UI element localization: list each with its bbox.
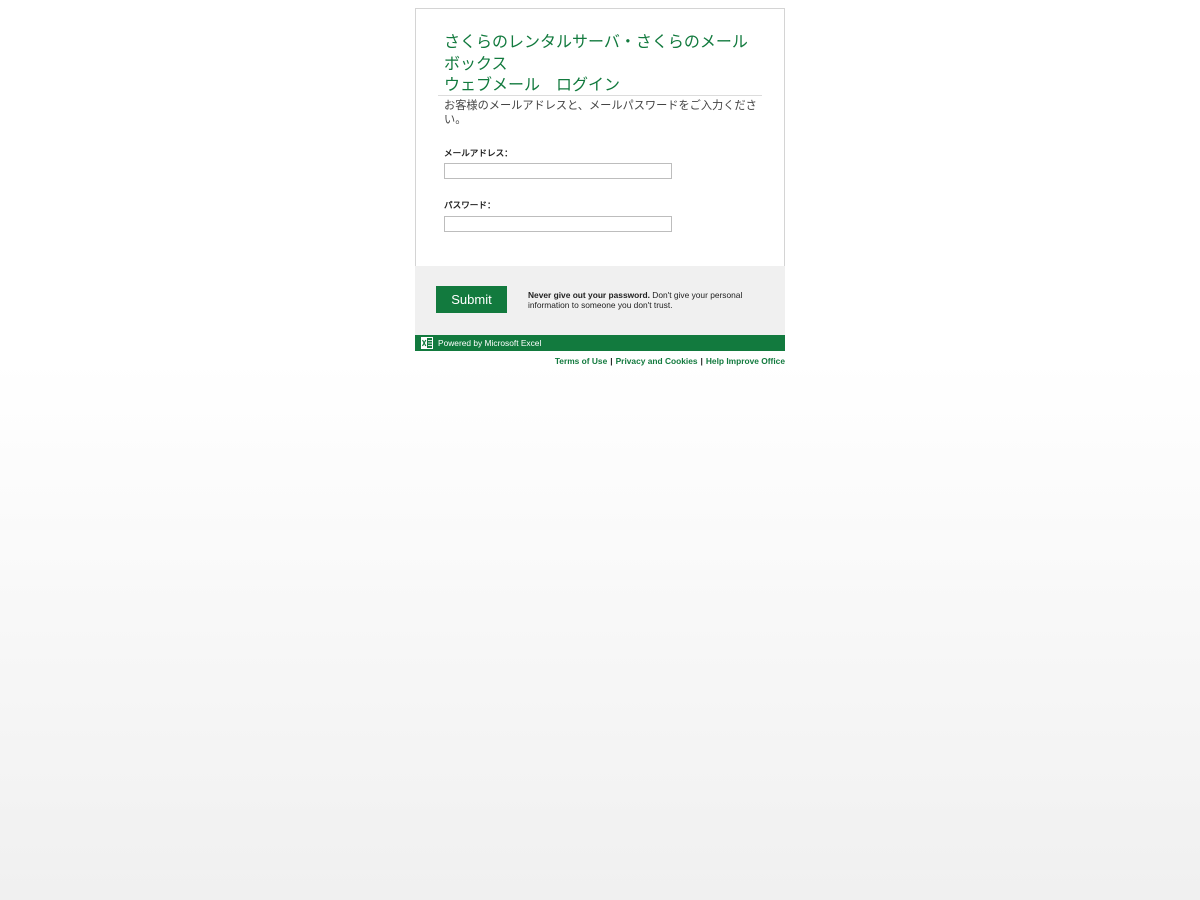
- password-label: パスワード：: [444, 201, 496, 211]
- terms-of-use-link[interactable]: Terms of Use: [555, 356, 607, 366]
- page-title-line-3: ウェブメール ログイン: [444, 75, 621, 94]
- page-title-line-2: ボックス: [444, 53, 508, 73]
- footer-separator: |: [700, 356, 703, 366]
- email-field[interactable]: [444, 163, 672, 179]
- powered-by-text: Powered by Microsoft Excel: [438, 338, 542, 348]
- password-warning: Never give out your password. Don't give…: [528, 290, 743, 310]
- excel-icon: [421, 337, 433, 349]
- title-divider: [438, 95, 762, 96]
- page-title-line-1: さくらのレンタルサーバ・さくらのメール: [444, 32, 748, 51]
- email-label: メールアドレス：: [444, 149, 513, 159]
- instruction-text: お客様のメールアドレスと、メールパスワードをご入力ください。: [444, 99, 757, 126]
- action-bar: Submit Never give out your password. Don…: [415, 266, 785, 335]
- warning-bold-text: Never give out your password.: [528, 290, 650, 300]
- powered-by-bar: Powered by Microsoft Excel: [415, 335, 785, 351]
- privacy-and-cookies-link[interactable]: Privacy and Cookies: [616, 356, 698, 366]
- submit-button[interactable]: Submit: [436, 286, 507, 313]
- login-card: さくらのレンタルサーバ・さくらのメール ボックス ウェブメール ログイン お客様…: [415, 8, 785, 267]
- help-improve-office-link[interactable]: Help Improve Office: [706, 356, 785, 366]
- password-field[interactable]: [444, 216, 672, 232]
- footer-links: Terms of Use | Privacy and Cookies | Help Im…: [555, 356, 785, 366]
- page-title: さくらのレンタルサーバ・さくらのメール ボックス ウェブメール ログイン: [444, 31, 764, 96]
- footer-separator: |: [610, 356, 613, 366]
